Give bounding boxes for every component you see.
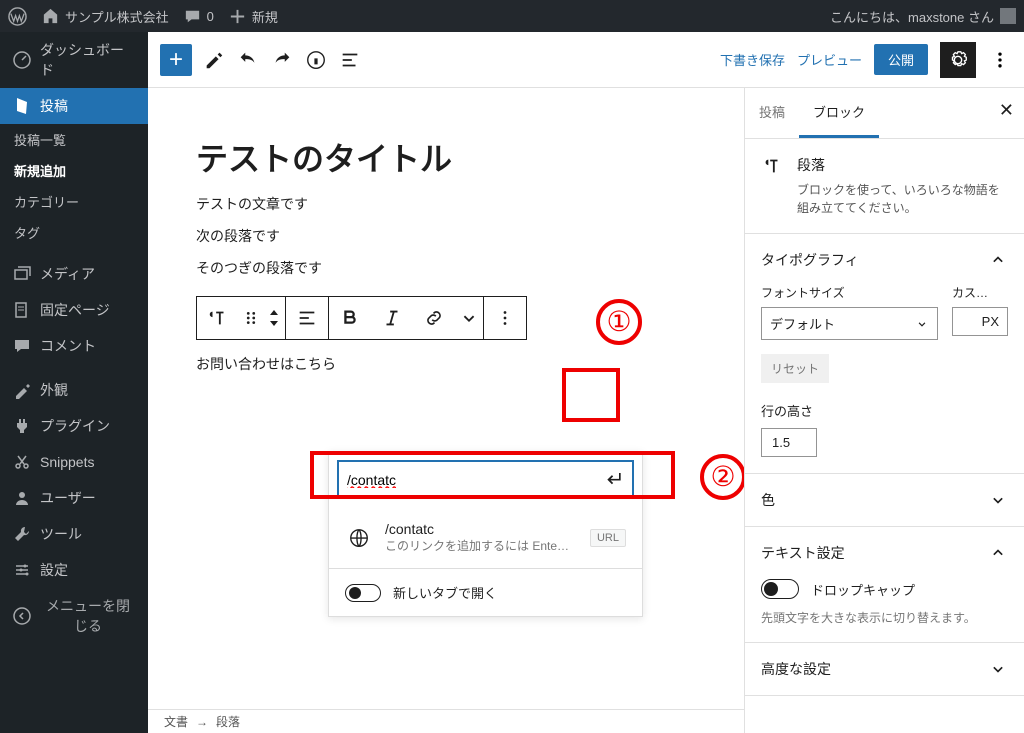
- outline-icon[interactable]: [338, 48, 362, 72]
- new-tab-row: 新しいタブで開く: [329, 568, 642, 616]
- add-block-button[interactable]: +: [160, 44, 192, 76]
- menu-comments[interactable]: コメント: [0, 328, 148, 364]
- breadcrumb: 文書 → 段落: [148, 709, 744, 733]
- block-toolbar: [196, 296, 527, 340]
- admin-menu: ダッシュボード 投稿 投稿一覧 新規追加 カテゴリー タグ メディア 固定ページ…: [0, 32, 148, 733]
- font-size-label: フォントサイズ: [761, 284, 938, 301]
- dropcap-toggle[interactable]: [761, 579, 799, 599]
- link-suggestion[interactable]: /contatc このリンクを追加するには Ente… URL: [329, 507, 642, 568]
- editor-header: + 下書き保存 プレビュー 公開: [148, 32, 1024, 88]
- breadcrumb-doc[interactable]: 文書: [164, 713, 188, 730]
- reset-button[interactable]: リセット: [761, 354, 829, 383]
- custom-label: カス…: [952, 284, 1008, 301]
- posts-all[interactable]: 投稿一覧: [0, 124, 148, 155]
- publish-button[interactable]: 公開: [874, 44, 928, 75]
- annotation-number-1: ①: [596, 299, 642, 345]
- post-title[interactable]: テストのタイトル: [196, 134, 696, 180]
- save-draft-link[interactable]: 下書き保存: [720, 50, 785, 69]
- avatar[interactable]: [1000, 8, 1016, 24]
- menu-collapse[interactable]: メニューを閉じる: [0, 588, 148, 644]
- info-icon[interactable]: [304, 48, 328, 72]
- paragraph-icon: [761, 155, 783, 217]
- menu-media[interactable]: メディア: [0, 256, 148, 292]
- new-tab-toggle[interactable]: [345, 584, 381, 602]
- link-icon[interactable]: [413, 297, 455, 339]
- url-tag: URL: [590, 529, 626, 547]
- menu-users[interactable]: ユーザー: [0, 480, 148, 516]
- menu-settings[interactable]: 設定: [0, 552, 148, 588]
- new-tab-label: 新しいタブで開く: [393, 583, 497, 602]
- paragraph-2[interactable]: 次の段落です: [148, 220, 744, 252]
- link-input-wrapper: [337, 460, 634, 499]
- menu-appearance[interactable]: 外観: [0, 372, 148, 408]
- block-type-icon[interactable]: [197, 297, 239, 339]
- bold-icon[interactable]: [329, 297, 371, 339]
- paragraph-3[interactable]: そのつぎの段落です: [148, 252, 744, 284]
- typography-header[interactable]: タイポグラフィ: [761, 250, 1008, 270]
- tab-post[interactable]: 投稿: [745, 88, 799, 138]
- paragraph-1[interactable]: テストの文章です: [148, 188, 744, 220]
- menu-posts[interactable]: 投稿: [0, 88, 148, 124]
- settings-button[interactable]: [940, 42, 976, 78]
- inspector-tabs: 投稿 ブロック ✕: [745, 88, 1024, 139]
- edit-mode-icon[interactable]: [202, 48, 226, 72]
- admin-bar: サンプル株式会社 0 新規 こんにちは、maxstone さん: [0, 0, 1024, 32]
- wp-logo[interactable]: [8, 7, 27, 26]
- italic-icon[interactable]: [371, 297, 413, 339]
- submit-link-icon[interactable]: [604, 468, 624, 491]
- site-link[interactable]: サンプル株式会社: [41, 7, 169, 26]
- suggestion-hint: このリンクを追加するには Ente…: [385, 537, 578, 554]
- block-name: 段落: [797, 155, 1008, 175]
- more-options-icon[interactable]: [484, 297, 526, 339]
- preview-link[interactable]: プレビュー: [797, 50, 862, 69]
- posts-cat[interactable]: カテゴリー: [0, 186, 148, 217]
- panel-text-settings: テキスト設定 ドロップキャップ 先頭文字を大きな表示に切り替えます。: [745, 527, 1024, 643]
- menu-plugins[interactable]: プラグイン: [0, 408, 148, 444]
- panel-color[interactable]: 色: [745, 474, 1024, 527]
- suggestion-title: /contatc: [385, 521, 578, 537]
- line-height-input[interactable]: 1.5: [761, 428, 817, 457]
- new-link[interactable]: 新規: [228, 7, 278, 26]
- undo-icon[interactable]: [236, 48, 260, 72]
- posts-add[interactable]: 新規追加: [0, 155, 148, 186]
- paragraph-4[interactable]: お問い合わせはこちら: [148, 340, 744, 380]
- editor: + 下書き保存 プレビュー 公開 テストのタイトル テストの文章です 次の段落で…: [148, 32, 1024, 733]
- menu-dashboard[interactable]: ダッシュボード: [0, 32, 148, 88]
- annotation-number-2: ②: [700, 454, 746, 500]
- panel-block-desc: 段落 ブロックを使って、いろいろな物語を組み立ててください。: [745, 139, 1024, 234]
- editor-canvas: テストのタイトル テストの文章です 次の段落です そのつぎの段落です お問い合わ…: [148, 88, 744, 709]
- tab-block[interactable]: ブロック: [799, 88, 879, 138]
- font-size-select[interactable]: デフォルト: [761, 307, 938, 340]
- panel-advanced[interactable]: 高度な設定: [745, 643, 1024, 696]
- greeting[interactable]: こんにちは、maxstone さん: [830, 7, 994, 26]
- breadcrumb-block[interactable]: 段落: [216, 713, 240, 730]
- globe-icon: [345, 527, 373, 549]
- dropcap-hint: 先頭文字を大きな表示に切り替えます。: [761, 609, 1008, 626]
- custom-px-input[interactable]: PX: [952, 307, 1008, 336]
- menu-pages[interactable]: 固定ページ: [0, 292, 148, 328]
- inspector-sidebar: 投稿 ブロック ✕ 段落 ブロックを使って、いろいろな物語を組み立ててください。…: [744, 88, 1024, 733]
- dropcap-label: ドロップキャップ: [811, 580, 915, 599]
- chevron-down-icon[interactable]: [455, 297, 483, 339]
- line-height-label: 行の高さ: [761, 404, 813, 419]
- move-up-down[interactable]: [263, 297, 285, 339]
- redo-icon[interactable]: [270, 48, 294, 72]
- align-icon[interactable]: [286, 297, 328, 339]
- close-inspector-icon[interactable]: ✕: [999, 100, 1014, 121]
- menu-tools[interactable]: ツール: [0, 516, 148, 552]
- link-popover: /contatc このリンクを追加するには Ente… URL 新しいタブで開く: [328, 451, 643, 617]
- block-hint: ブロックを使って、いろいろな物語を組み立ててください。: [797, 181, 1008, 217]
- panel-typography: タイポグラフィ フォントサイズ デフォルト カス… PX リセット 行の高さ 1…: [745, 234, 1024, 474]
- posts-tag[interactable]: タグ: [0, 217, 148, 248]
- more-menu-icon[interactable]: [988, 48, 1012, 72]
- link-url-input[interactable]: [347, 472, 604, 488]
- text-settings-header[interactable]: テキスト設定: [761, 543, 1008, 563]
- comments-link[interactable]: 0: [183, 7, 214, 26]
- menu-snippets[interactable]: Snippets: [0, 444, 148, 480]
- drag-handle-icon[interactable]: [239, 297, 263, 339]
- site-name: サンプル株式会社: [65, 7, 169, 26]
